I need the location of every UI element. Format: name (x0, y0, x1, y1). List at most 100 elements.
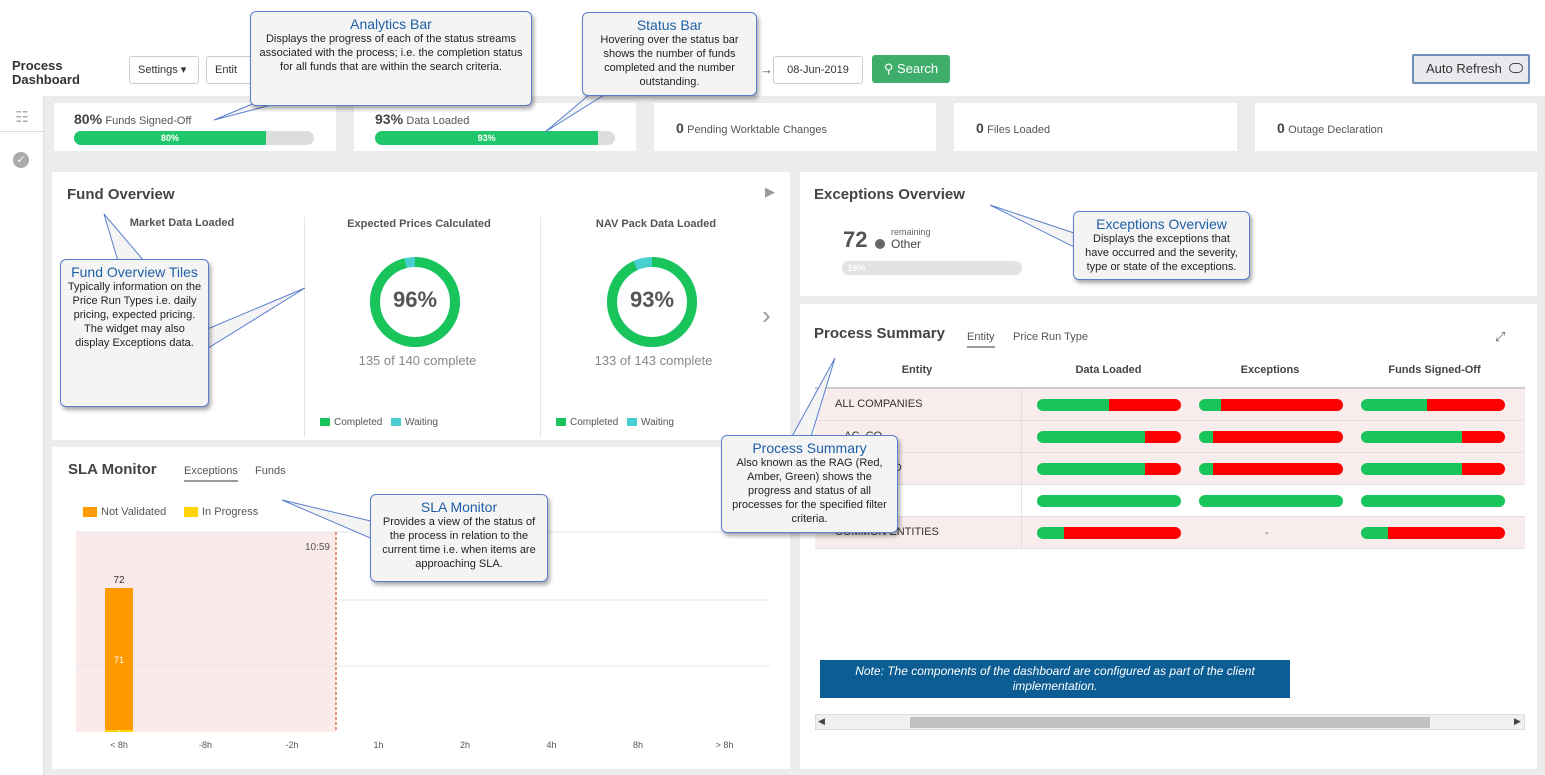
tile-complete-count: 133 of 143 complete (594, 353, 713, 368)
left-rail (0, 96, 44, 775)
chevron-right-icon[interactable]: › (762, 300, 771, 331)
legend-completed: Completed (556, 417, 618, 428)
rag-green-segment (1199, 431, 1214, 443)
bar-total-label: 72 (113, 575, 125, 586)
tab-exceptions[interactable]: Exceptions (184, 465, 238, 482)
legend-waiting: Waiting (627, 417, 674, 428)
stat-card-files-loaded[interactable]: 0 Files Loaded (954, 103, 1237, 151)
rag-bar-data-loaded[interactable] (1037, 495, 1181, 507)
x-tick-label: -2h (285, 740, 298, 750)
page-title: Process Dashboard (12, 58, 80, 87)
progress-bar[interactable]: 93% (375, 131, 615, 145)
callout-status-bar: Status Bar Hovering over the status bar … (582, 12, 757, 96)
scroll-right-icon[interactable]: ▶ (1514, 716, 1521, 727)
progress-fill: 93% (375, 131, 599, 145)
rag-green-segment (1361, 431, 1462, 443)
rag-green-segment (1199, 463, 1214, 475)
remaining-label: remaining (891, 227, 931, 237)
search-button[interactable]: ⚲ Search (872, 55, 950, 83)
callout-process-summary: Process Summary Also known as the RAG (R… (721, 435, 898, 533)
stat-label: Funds Signed-Off (105, 115, 192, 127)
fund-overview-title: Fund Overview (67, 186, 175, 203)
rag-bar-exceptions[interactable] (1199, 399, 1343, 411)
rag-green-segment (1199, 399, 1221, 411)
col-header-funds-signed-off[interactable]: Funds Signed-Off (1363, 364, 1506, 376)
col-header-data-loaded[interactable]: Data Loaded (1040, 364, 1177, 376)
auto-refresh-toggle[interactable]: Auto Refresh (1412, 54, 1530, 84)
stat-value: 93% (375, 111, 404, 127)
legend-completed: Completed (320, 417, 382, 428)
legend-not-validated: Not Validated (83, 506, 166, 518)
rag-red-segment (1145, 431, 1181, 443)
x-tick-label: 8h (633, 740, 643, 750)
x-tick-label: 4h (546, 740, 556, 750)
expand-icon[interactable]: ⤢ (1495, 329, 1505, 345)
end-date-field[interactable]: 08-Jun-2019 (773, 56, 863, 84)
exceptions-count: 72 (843, 227, 868, 252)
col-header-exceptions[interactable]: Exceptions (1200, 364, 1340, 376)
legend-in-progress: In Progress (184, 506, 258, 518)
tab-funds[interactable]: Funds (255, 465, 286, 477)
process-summary-title: Process Summary (814, 325, 945, 342)
rag-empty: - (1265, 527, 1269, 539)
rag-bar-exceptions[interactable] (1199, 463, 1343, 475)
severity-dot-icon (875, 239, 885, 249)
scrollbar-thumb[interactable] (910, 717, 1430, 728)
rag-red-segment (1427, 399, 1505, 411)
tile-title-market-data: Market Data Loaded (129, 217, 235, 229)
x-tick-label: > 8h (716, 740, 734, 750)
rag-green-segment (1037, 527, 1065, 539)
rag-red-segment (1213, 431, 1343, 443)
rag-bar-funds[interactable] (1361, 431, 1505, 443)
toggle-icon (1509, 63, 1523, 73)
exception-type: Other (891, 237, 922, 251)
progress-bar[interactable]: 80% (74, 131, 314, 145)
current-time-label: 10:59 (305, 542, 330, 553)
rag-bar-data-loaded[interactable] (1037, 399, 1181, 411)
stat-label: Files Loaded (987, 124, 1051, 136)
exceptions-overview-title: Exceptions Overview (814, 186, 965, 203)
rag-green-segment (1037, 399, 1109, 411)
rag-green-segment (1037, 463, 1145, 475)
rag-bar-funds[interactable] (1361, 527, 1505, 539)
callout-exceptions-overview: Exceptions Overview Displays the excepti… (1073, 211, 1250, 280)
tile-title-expected-prices: Expected Prices Calculated (347, 218, 491, 230)
rag-bar-funds[interactable] (1361, 463, 1505, 475)
rag-bar-funds[interactable] (1361, 399, 1505, 411)
scroll-left-icon[interactable]: ◀ (818, 716, 825, 727)
stat-value: 0 (1277, 120, 1285, 136)
exceptions-progress-bar[interactable]: 16% (842, 261, 1022, 275)
rag-green-segment (1361, 495, 1505, 507)
stat-card-outage[interactable]: 0 Outage Declaration (1255, 103, 1537, 151)
tile-percent: 93% (629, 287, 675, 312)
rag-green-segment (1361, 527, 1389, 539)
hierarchy-icon[interactable]: ☷ (12, 108, 32, 128)
tab-entity[interactable]: Entity (967, 331, 995, 348)
callout-analytics-bar: Analytics Bar Displays the progress of e… (250, 11, 532, 106)
col-header-entity[interactable]: Entity (867, 364, 967, 376)
rag-bar-data-loaded[interactable] (1037, 463, 1181, 475)
settings-dropdown[interactable]: Settings ▾ (129, 56, 199, 84)
rag-red-segment (1064, 527, 1181, 539)
stat-card-pending-worktable[interactable]: 0 Pending Worktable Changes (654, 103, 936, 151)
check-circle-icon[interactable]: ✓ (13, 152, 29, 168)
rag-bar-exceptions[interactable] (1199, 495, 1343, 507)
stat-card-data-loaded[interactable]: 93% Data Loaded 93% (354, 103, 636, 151)
stat-card-funds-signed-off[interactable]: 80% Funds Signed-Off 80% (54, 103, 336, 151)
rag-red-segment (1213, 463, 1343, 475)
play-icon[interactable]: ▶ (765, 184, 775, 200)
callout-sla-monitor: SLA Monitor Provides a view of the statu… (370, 494, 548, 582)
stat-value: 0 (676, 120, 684, 136)
implementation-note: Note: The components of the dashboard ar… (820, 660, 1290, 698)
rag-bar-funds[interactable] (1361, 495, 1505, 507)
rag-bar-data-loaded[interactable] (1037, 431, 1181, 443)
rag-bar-data-loaded[interactable] (1037, 527, 1181, 539)
rag-bar-exceptions[interactable] (1199, 431, 1343, 443)
progress-fill: 16% (842, 261, 871, 275)
rag-green-segment (1361, 463, 1462, 475)
x-tick-label: 2h (460, 740, 470, 750)
rag-green-segment (1199, 495, 1343, 507)
bar-value-label: 71 (114, 655, 124, 665)
progress-fill: 80% (74, 131, 266, 145)
tab-price-run-type[interactable]: Price Run Type (1013, 331, 1088, 343)
